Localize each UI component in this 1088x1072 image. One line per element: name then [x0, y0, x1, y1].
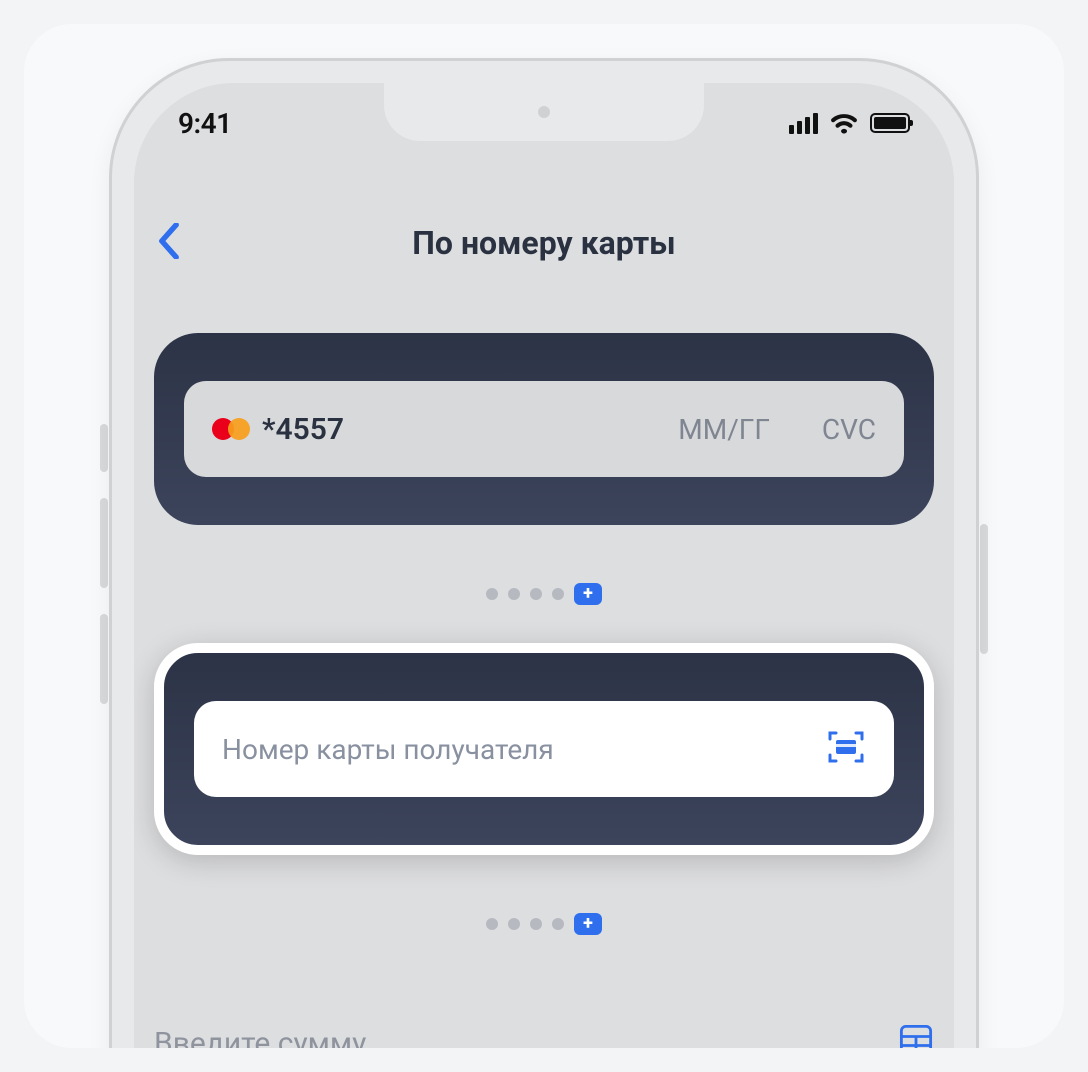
calculator-button[interactable]: [898, 1023, 934, 1048]
mastercard-icon: [212, 417, 250, 441]
pager-dot[interactable]: [552, 918, 564, 930]
pager-dot[interactable]: [486, 918, 498, 930]
add-recipient-button[interactable]: +: [574, 913, 602, 935]
cellular-signal-icon: [789, 112, 818, 134]
pager-dot[interactable]: [508, 588, 520, 600]
scan-card-button[interactable]: [826, 727, 866, 771]
pager-dot[interactable]: [552, 588, 564, 600]
phone-frame: 9:41 По номеру карты: [109, 58, 979, 1048]
pager-dot[interactable]: [508, 918, 520, 930]
battery-icon: [870, 113, 910, 133]
phone-power-button: [980, 524, 988, 654]
wifi-icon: [830, 112, 858, 134]
amount-row: Введите сумму: [154, 1023, 934, 1048]
chevron-left-icon: [158, 223, 180, 259]
status-time: 9:41: [178, 107, 232, 140]
status-bar: 9:41: [134, 83, 954, 163]
calculator-icon: [898, 1023, 934, 1048]
source-card-block[interactable]: *4557 ММ/ГГ CVC: [154, 333, 934, 525]
source-card-row: *4557 ММ/ГГ CVC: [184, 381, 904, 477]
screen-header: По номеру карты: [134, 213, 954, 273]
pager-dot[interactable]: [486, 588, 498, 600]
phone-screen: 9:41 По номеру карты: [134, 83, 954, 1048]
amount-input[interactable]: Введите сумму: [154, 1026, 366, 1049]
cvc-field[interactable]: CVC: [822, 413, 876, 446]
phone-silent-switch: [100, 424, 108, 472]
pager-dot[interactable]: [530, 588, 542, 600]
phone-volume-down: [100, 614, 108, 704]
recipient-card-block[interactable]: Номер карты получателя: [154, 643, 934, 855]
source-card-number[interactable]: *4557: [262, 412, 666, 447]
recipient-card-input[interactable]: Номер карты получателя: [222, 733, 814, 766]
recipient-card-pager: +: [134, 913, 954, 935]
recipient-card-row: Номер карты получателя: [194, 701, 894, 797]
source-card-pager: +: [134, 583, 954, 605]
page-title: По номеру карты: [412, 224, 675, 262]
add-card-button[interactable]: +: [574, 583, 602, 605]
image-canvas: 9:41 По номеру карты: [24, 24, 1064, 1048]
scan-card-icon: [826, 727, 866, 767]
back-button[interactable]: [158, 223, 180, 263]
expiry-field[interactable]: ММ/ГГ: [678, 413, 770, 446]
pager-dot[interactable]: [530, 918, 542, 930]
phone-volume-up: [100, 498, 108, 588]
